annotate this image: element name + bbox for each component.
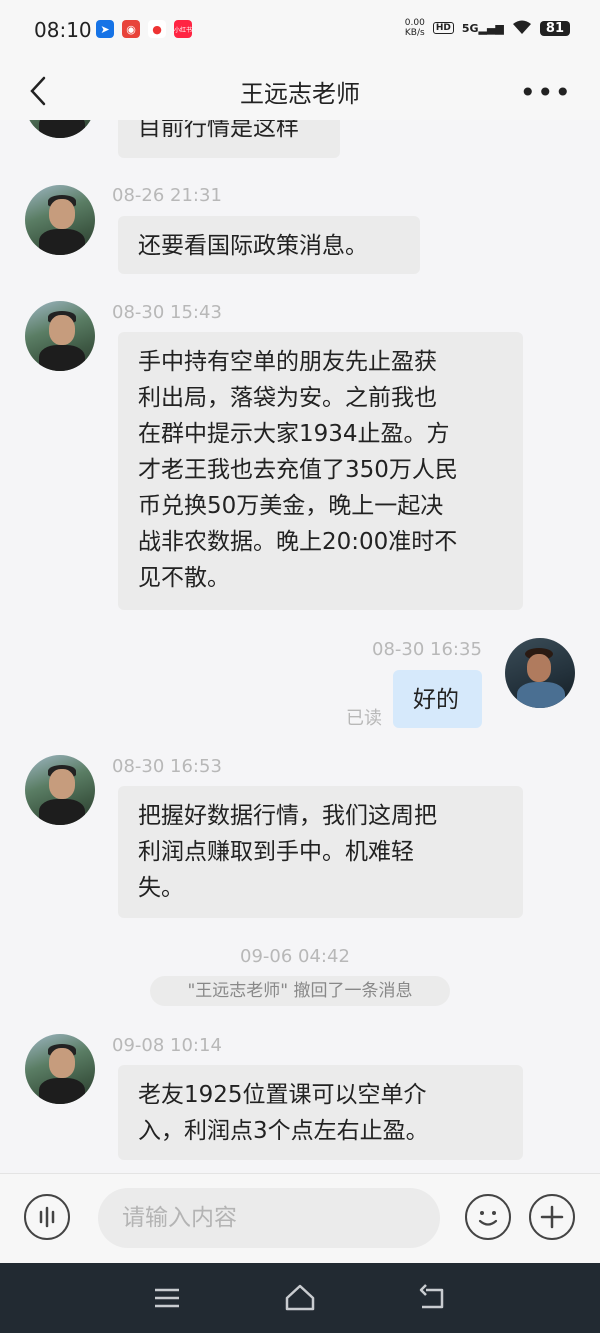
teacher-avatar[interactable] [25,1034,95,1104]
signal-icon: 5G▂▄▆ [461,21,504,35]
input-bar: 请输入内容 [0,1173,600,1264]
read-status: 已读 [346,708,382,729]
message-line: 币兑换50万美金，晚上一起决 [138,493,444,519]
message-time: 08-30 16:35 [372,639,482,660]
battery-icon: 81 [539,20,570,36]
message-line: 手中持有空单的朋友先止盈获 [138,349,437,375]
net-speed: 0.00 KB/s [404,18,425,38]
message-input[interactable]: 请输入内容 [98,1188,440,1248]
message-bubble[interactable]: 把握好数据行情，我们这周把 利润点赚取到手中。机难轻 失。 [118,786,523,918]
home-icon [285,1284,315,1311]
message-line: 失。 [138,875,184,901]
message-bubble[interactable]: 还要看国际政策消息。 [118,216,420,274]
message-line: 入，利润点3个点左右止盈。 [138,1118,429,1144]
notification-icons: ➤ ◉ ● 小红书 [96,20,192,38]
message-time: 08-30 15:43 [112,302,222,323]
message-bubble[interactable]: 手中持有空单的朋友先止盈获 利出局，落袋为安。之前我也 在群中提示大家1934止… [118,332,523,610]
message-time: 09-06 04:42 [240,946,350,967]
more-options-button[interactable]: ••• [519,76,572,109]
message-time: 09-08 10:14 [112,1035,222,1056]
message-line: 把握好数据行情，我们这周把 [138,803,437,829]
back-nav-button[interactable] [416,1281,450,1315]
shop-app-icon: 小红书 [174,20,192,38]
wifi-icon [512,19,532,38]
message-time: 08-30 16:53 [112,756,222,777]
smiley-icon [478,1211,498,1226]
message-line: 战非农数据。晚上20:00准时不 [138,529,458,555]
voice-button[interactable] [24,1194,70,1240]
message-line: 利出局，落袋为安。之前我也 [138,385,437,411]
teacher-avatar[interactable] [25,120,95,138]
voice-icon [39,1206,55,1228]
message-list[interactable]: 目前行情是这样 08-26 21:31 还要看国际政策消息。 08-30 15:… [0,120,600,1173]
message-bubble[interactable]: 老友1925位置课可以空单介 入，利润点3个点左右止盈。 [118,1065,523,1160]
teacher-avatar[interactable] [25,301,95,371]
message-bubble[interactable]: 目前行情是这样 [118,120,340,158]
message-line: 利润点赚取到手中。机难轻 [138,839,414,865]
user-avatar[interactable] [505,638,575,708]
browser-app-icon: ● [148,20,166,38]
home-button[interactable] [283,1281,317,1315]
return-icon [419,1284,444,1309]
page-title: 王远志老师 [240,80,360,108]
game-app-icon: ◉ [122,20,140,38]
message-line: 在群中提示大家1934止盈。方 [138,421,450,447]
teacher-avatar[interactable] [25,185,95,255]
chat-header: 王远志老师 ••• [0,62,600,120]
recall-notice: "王远志老师" 撤回了一条消息 [150,976,450,1006]
status-right: 0.00 KB/s HD 5G▂▄▆ 81 [405,18,570,38]
plus-icon [540,1205,564,1229]
message-bubble[interactable]: 好的 [393,670,482,728]
menu-button[interactable] [150,1281,184,1315]
add-attachment-button[interactable] [529,1194,575,1240]
hd-icon: HD [432,22,454,34]
status-time: 08:10 [34,18,92,42]
status-bar: 08:10 ➤ ◉ ● 小红书 0.00 KB/s HD 5G▂▄▆ 81 [0,0,600,62]
menu-icon [155,1288,179,1308]
system-nav-bar [0,1263,600,1333]
teacher-avatar[interactable] [25,755,95,825]
message-line: 见不散。 [138,565,230,591]
message-line: 老友1925位置课可以空单介 [138,1082,427,1108]
message-line: 才老王我也去充值了350万人民 [138,457,458,483]
message-time: 08-26 21:31 [112,185,222,206]
emoji-button[interactable] [465,1194,511,1240]
nav-app-icon: ➤ [96,20,114,38]
